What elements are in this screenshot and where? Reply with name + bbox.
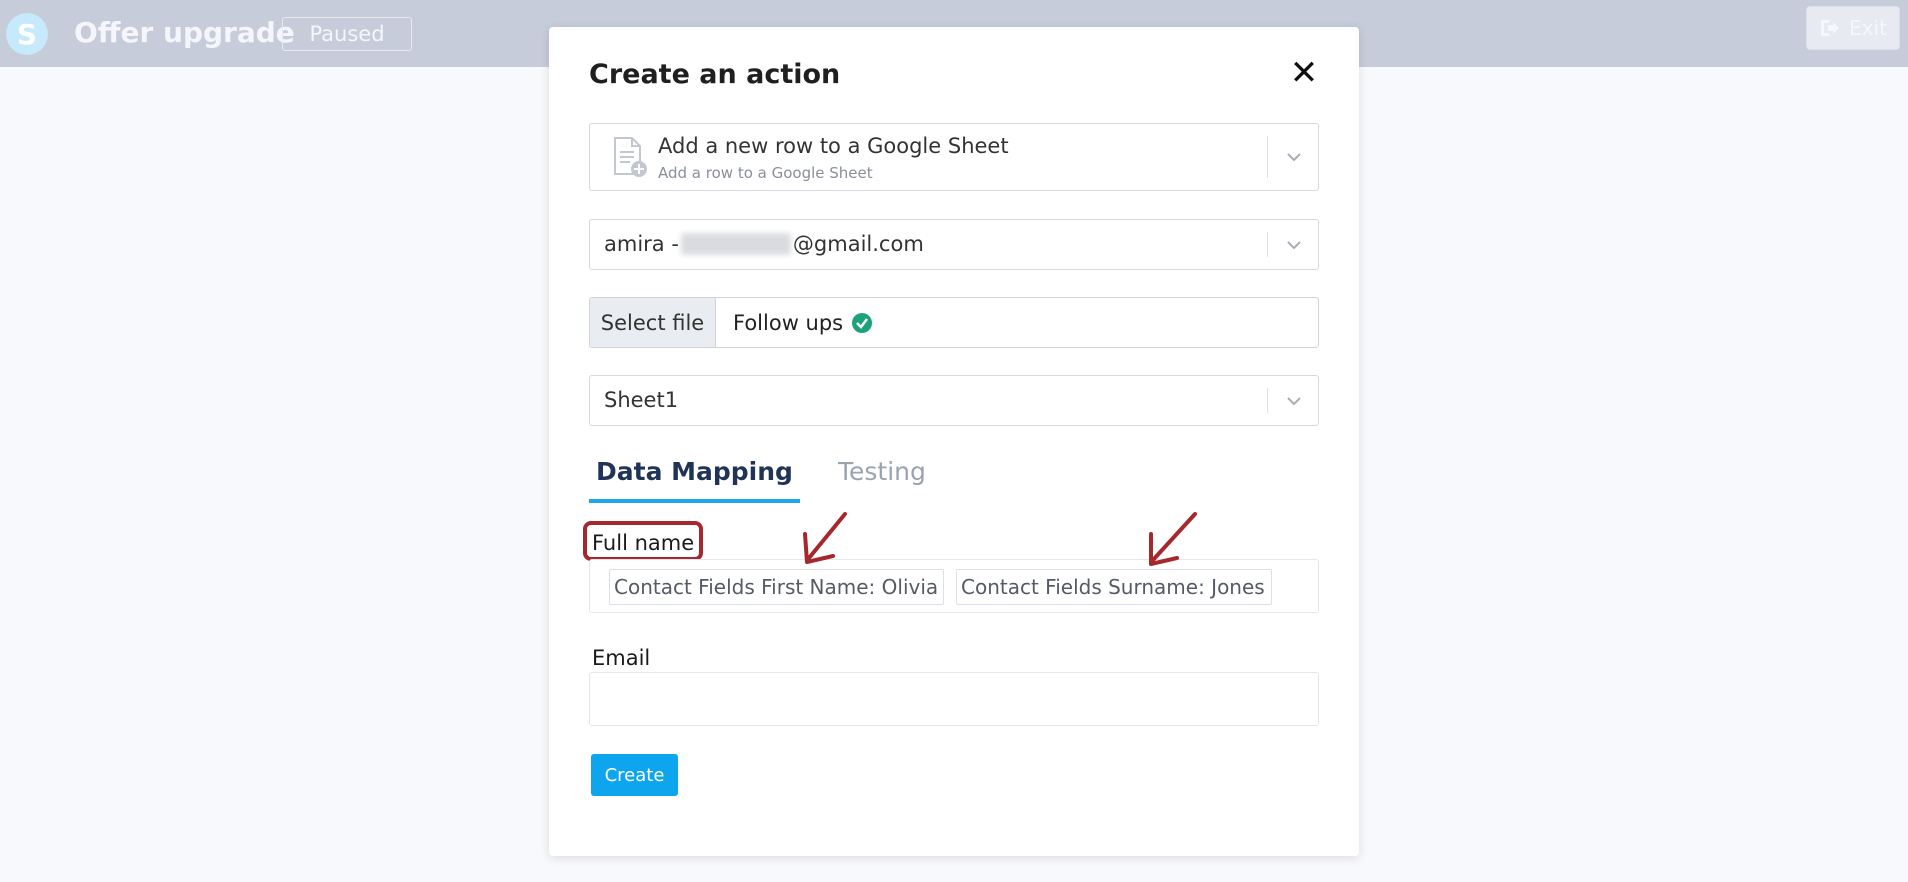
tab-testing[interactable]: Testing (831, 457, 933, 503)
modal-title: Create an action (589, 59, 841, 90)
select-divider (1267, 388, 1268, 413)
select-divider (1267, 136, 1268, 178)
email-label: Email (592, 646, 651, 670)
selected-file: Follow ups (716, 298, 873, 347)
file-name: Follow ups (733, 310, 844, 335)
annotation-arrow-icon (1149, 512, 1197, 566)
create-button[interactable]: Create (591, 754, 678, 796)
status-badge[interactable]: Paused (282, 17, 412, 51)
select-file-button[interactable]: Select file (590, 298, 716, 347)
redacted-email (680, 233, 791, 255)
app-logo: S (6, 13, 48, 55)
mapping-chip-surname[interactable]: Contact Fields Surname: Jones (956, 569, 1272, 605)
exit-label: Exit (1849, 16, 1887, 40)
exit-button[interactable]: Exit (1806, 6, 1900, 50)
tab-data-mapping[interactable]: Data Mapping (589, 457, 800, 503)
sheet-value: Sheet1 (604, 388, 679, 412)
create-action-modal: Create an action ✕ Add a new row to a Go… (549, 27, 1359, 856)
full-name-label: Full name (592, 531, 695, 555)
email-field[interactable] (589, 672, 1319, 726)
account-suffix: @gmail.com (792, 232, 924, 256)
file-picker: Select file Follow ups (589, 297, 1319, 348)
action-type-select[interactable]: Add a new row to a Google Sheet Add a ro… (589, 123, 1319, 191)
mapping-chip-first-name[interactable]: Contact Fields First Name: Olivia (609, 569, 944, 605)
chevron-down-icon[interactable] (1282, 233, 1306, 257)
close-icon[interactable]: ✕ (1289, 53, 1319, 93)
chevron-down-icon[interactable] (1282, 389, 1306, 413)
page-title: Offer upgrade (74, 16, 295, 49)
action-label: Add a new row to a Google Sheet (658, 134, 1009, 158)
sheet-select[interactable]: Sheet1 (589, 375, 1319, 426)
account-select[interactable]: amira - @gmail.com (589, 219, 1319, 270)
account-value: amira - @gmail.com (604, 232, 924, 256)
check-circle-icon (852, 312, 873, 333)
mapping-tabs: Data Mapping Testing (589, 457, 1319, 503)
account-prefix: amira - (604, 232, 679, 256)
annotation-arrow-icon (803, 512, 847, 564)
select-divider (1267, 232, 1268, 257)
chevron-down-icon[interactable] (1282, 145, 1306, 169)
action-description: Add a row to a Google Sheet (658, 164, 873, 182)
full-name-field[interactable]: Contact Fields First Name: Olivia Contac… (589, 559, 1319, 613)
sign-out-icon (1821, 20, 1840, 36)
google-sheet-add-icon (614, 137, 647, 177)
